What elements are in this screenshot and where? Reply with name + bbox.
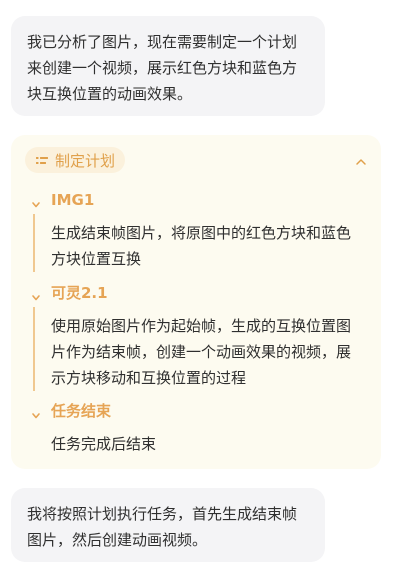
message-text: 我已分析了图片，现在需要制定一个计划来创建一个视频，展示红色方块和蓝色方块互换位…: [27, 33, 298, 103]
step-description: 任务完成后结束: [51, 435, 157, 453]
plan-list-icon: [35, 153, 49, 167]
chevron-down-icon[interactable]: [31, 406, 41, 419]
message-text: 我将按照计划执行任务，首先生成结束帧图片，然后创建动画视频。: [27, 505, 298, 549]
step-description: 使用原始图片作为起始帧，生成的互换位置图片作为结束帧，创建一个动画效果的视频，展…: [51, 317, 352, 387]
plan-step-keling: 可灵2.1 使用原始图片作为起始帧，生成的互换位置图片作为结束帧，创建一个动画效…: [11, 283, 381, 391]
plan-step-img1: IMG1 生成结束帧图片，将原图中的红色方块和蓝色方块位置互换: [11, 190, 381, 272]
step-name: IMG1: [51, 191, 95, 209]
plan-card: 制定计划 IMG1 生成结束帧图片，将原图中的红色方块和蓝色方块位置互换 可灵2…: [11, 135, 381, 469]
step-description: 生成结束帧图片，将原图中的红色方块和蓝色方块位置互换: [51, 224, 352, 268]
step-connector: [33, 214, 35, 272]
step-name: 任务结束: [51, 402, 112, 420]
plan-header-toggle[interactable]: 制定计划: [25, 147, 126, 173]
chevron-down-icon[interactable]: [31, 195, 41, 208]
assistant-message-analysis: 我已分析了图片，现在需要制定一个计划来创建一个视频，展示红色方块和蓝色方块互换位…: [11, 16, 325, 116]
plan-header-label: 制定计划: [55, 151, 116, 170]
assistant-message-execution: 我将按照计划执行任务，首先生成结束帧图片，然后创建动画视频。: [11, 488, 325, 562]
step-name: 可灵2.1: [51, 284, 108, 302]
chevron-up-icon[interactable]: [355, 153, 367, 165]
chevron-down-icon[interactable]: [31, 288, 41, 301]
step-connector: [33, 307, 35, 391]
plan-step-end: 任务结束 任务完成后结束: [11, 401, 381, 461]
